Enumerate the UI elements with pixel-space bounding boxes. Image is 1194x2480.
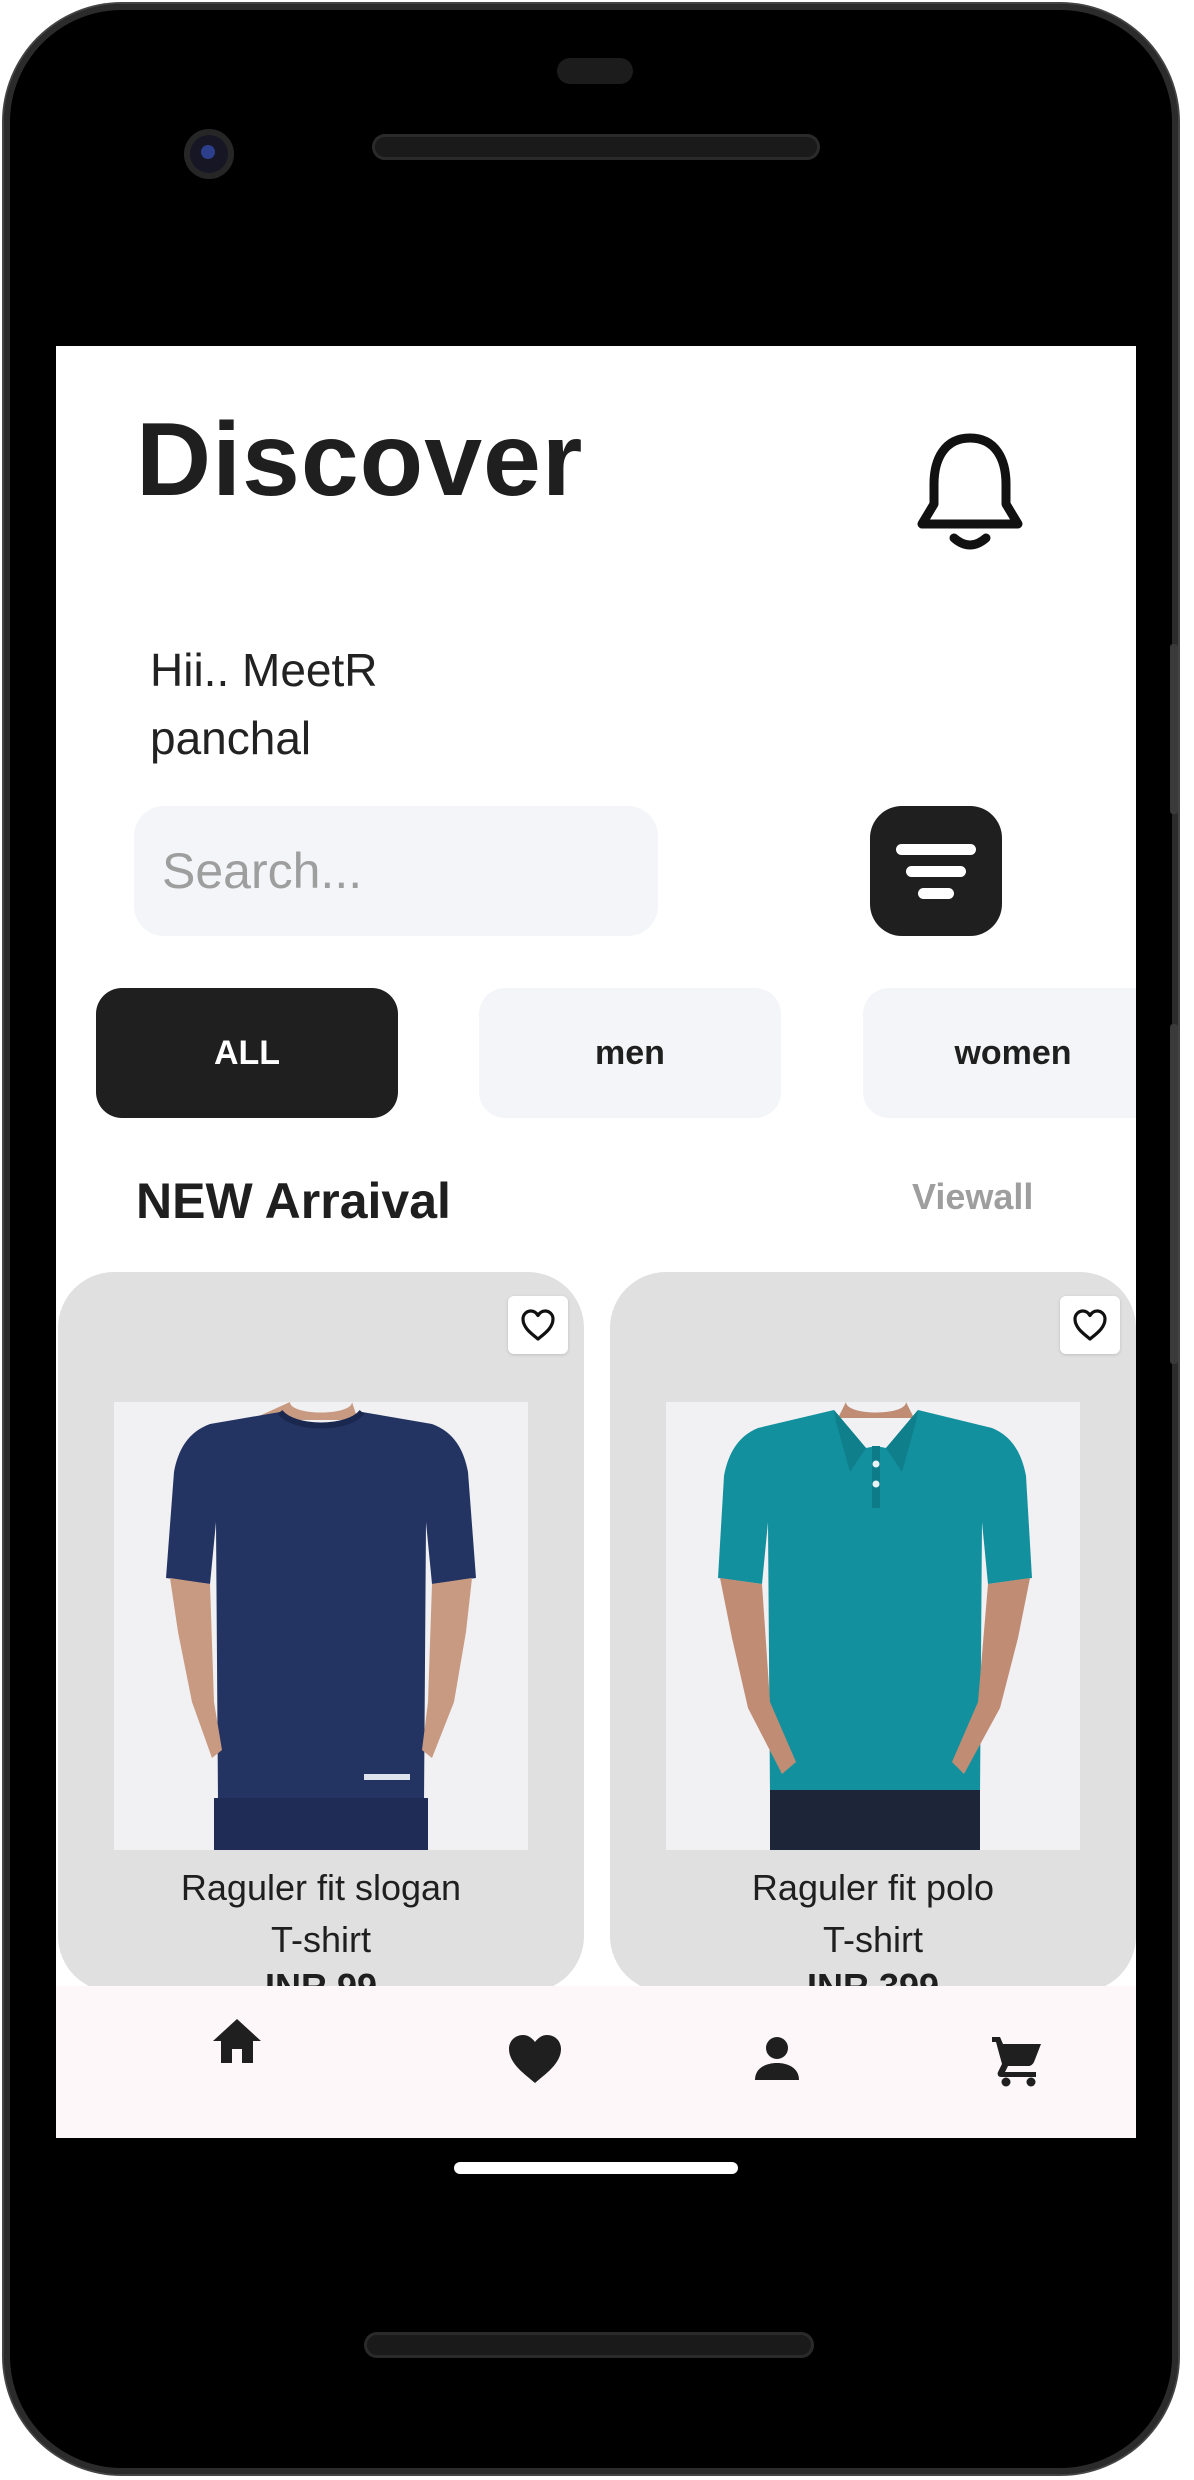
bell-icon	[917, 433, 1023, 550]
product-card[interactable]: Raguler fit slogan T-shirt INR 99	[58, 1272, 584, 1992]
section-title: NEW Arraival	[136, 1173, 451, 1229]
filter-icon	[896, 844, 976, 899]
product-image	[114, 1402, 528, 1850]
product-name-line-2: T-shirt	[822, 1919, 923, 1960]
notification-bell-icon[interactable]	[914, 428, 1026, 554]
heart-outline-icon	[521, 1309, 555, 1341]
page-title: Discover	[136, 402, 584, 518]
app-screen: Discover Hii.. MeetR panchal ALL men wom…	[56, 346, 1136, 2138]
heart-icon	[509, 2035, 561, 2083]
heart-outline-icon	[1073, 1309, 1107, 1341]
favorite-button[interactable]	[508, 1296, 568, 1354]
home-icon	[213, 2019, 261, 2063]
category-chip-all[interactable]: ALL	[96, 988, 398, 1118]
product-name-line-1: Raguler fit polo	[751, 1867, 995, 1908]
product-name: Raguler fit polo T-shirt	[610, 1862, 1136, 1966]
product-name: Raguler fit slogan T-shirt	[58, 1862, 584, 1966]
category-chip-men[interactable]: men	[479, 988, 781, 1118]
favorite-button[interactable]	[1060, 1296, 1120, 1354]
greeting-text: Hii.. MeetR panchal	[150, 636, 450, 772]
search-input[interactable]	[134, 806, 658, 936]
bottom-speaker	[364, 2332, 814, 2358]
cart-icon	[992, 2037, 1041, 2087]
power-button	[1170, 1024, 1178, 1364]
front-camera	[184, 129, 234, 179]
volume-button	[1170, 644, 1178, 814]
nav-cart-button[interactable]	[982, 2024, 1052, 2094]
view-all-link[interactable]: Viewall	[912, 1176, 1033, 1218]
top-sensor	[557, 58, 633, 84]
greeting-line-1: Hii.. MeetR	[150, 644, 378, 696]
product-image	[666, 1402, 1080, 1850]
category-chip-women[interactable]: women	[863, 988, 1136, 1118]
bottom-navigation-bar	[56, 1986, 1136, 2138]
greeting-line-2: panchal	[150, 712, 312, 764]
nav-profile-button[interactable]	[742, 2024, 812, 2094]
person-icon	[755, 2037, 799, 2080]
product-name-line-2: T-shirt	[270, 1919, 371, 1960]
nav-home-button[interactable]	[202, 2006, 272, 2076]
filter-button[interactable]	[870, 806, 1002, 936]
home-indicator[interactable]	[454, 2162, 738, 2174]
phone-frame: Discover Hii.. MeetR panchal ALL men wom…	[4, 4, 1178, 2474]
product-card[interactable]: Raguler fit polo T-shirt INR 399	[610, 1272, 1136, 1992]
nav-favorites-button[interactable]	[500, 2024, 570, 2094]
product-name-line-1: Raguler fit slogan	[180, 1867, 462, 1908]
earpiece-speaker	[372, 134, 820, 160]
